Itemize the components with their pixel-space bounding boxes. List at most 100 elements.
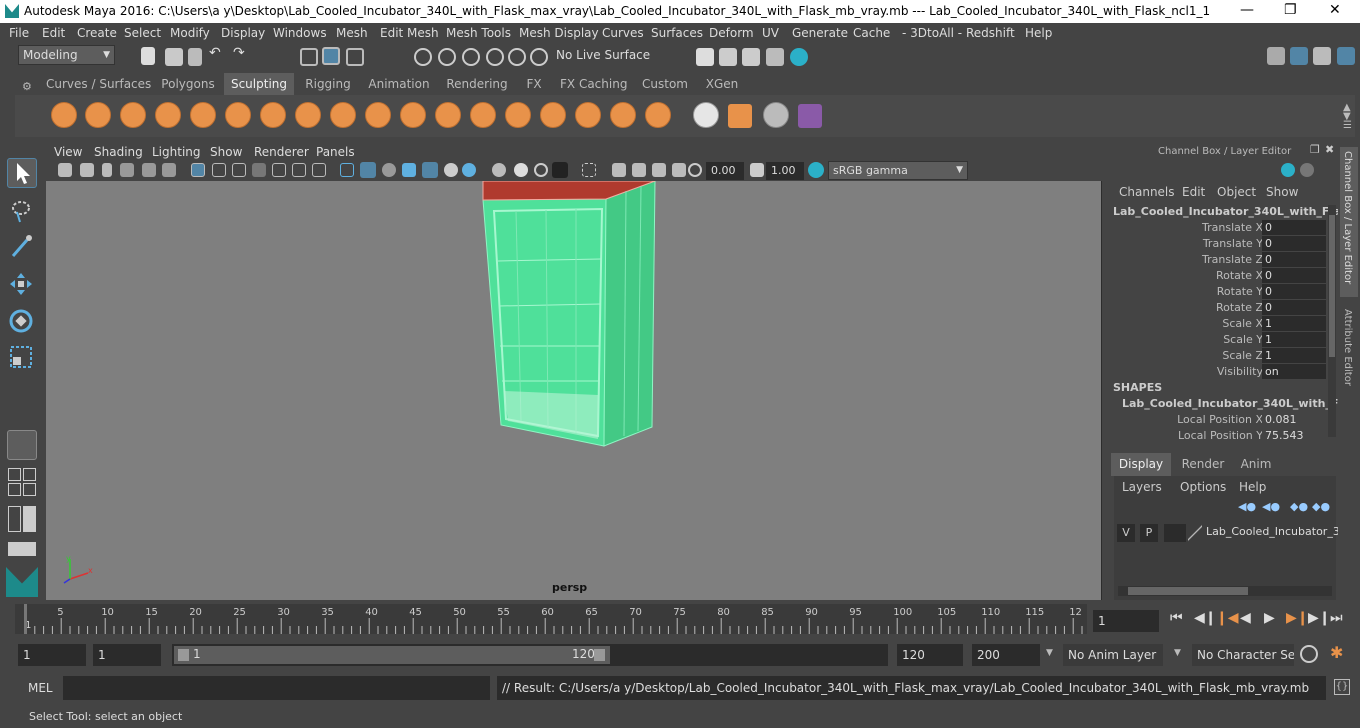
pinch-tool-icon[interactable] <box>190 102 216 128</box>
sculpt-tool-icon[interactable] <box>51 102 77 128</box>
move-layer-down-icon[interactable]: ◀● <box>1262 500 1280 513</box>
flatten-tool-icon[interactable] <box>225 102 251 128</box>
snap-view-icon[interactable] <box>486 48 504 66</box>
cb-menu-edit[interactable]: Edit <box>1182 185 1205 199</box>
attr-local-position-y[interactable]: Local Position Y 75.543 <box>1106 428 1338 444</box>
new-scene-icon[interactable] <box>141 47 155 65</box>
toggle-attribute-editor-icon[interactable] <box>1290 47 1308 65</box>
layer-color-swatch[interactable] <box>1188 524 1202 542</box>
side-tab-channel-box[interactable]: Channel Box / Layer Editor <box>1340 147 1358 297</box>
character-set-field[interactable]: No Character Set <box>1192 644 1294 666</box>
step-forward-key-icon[interactable]: ▶❙ <box>1286 610 1309 626</box>
menu-mesh-display[interactable]: Mesh Display <box>519 26 599 40</box>
attr-value[interactable]: 0 <box>1262 236 1326 251</box>
depth-of-field-icon[interactable] <box>582 163 596 177</box>
menu-edit-mesh[interactable]: Edit Mesh <box>380 26 439 40</box>
save-scene-icon[interactable] <box>188 48 202 66</box>
layer-type-toggle[interactable] <box>1164 524 1186 542</box>
range-slider-bar-fill[interactable] <box>174 646 610 664</box>
vp-menu-shading[interactable]: Shading <box>94 145 143 159</box>
safe-title-icon[interactable] <box>312 163 326 177</box>
menu-file[interactable]: File <box>9 26 29 40</box>
cb-menu-channels[interactable]: Channels <box>1119 185 1175 199</box>
layout-persp-outliner-icon[interactable] <box>8 506 21 532</box>
tab-display[interactable]: Display <box>1111 453 1171 476</box>
attr-value[interactable]: 0 <box>1262 252 1326 267</box>
tab-anim[interactable]: Anim <box>1232 453 1280 476</box>
ipr-render-icon[interactable] <box>742 48 760 66</box>
exposure-field[interactable]: 0.00 <box>706 162 744 180</box>
range-slider[interactable]: 1 120 <box>172 644 888 666</box>
render-settings-icon[interactable] <box>766 48 784 66</box>
resolution-gate-icon[interactable] <box>232 163 246 177</box>
minimize-icon[interactable]: — <box>1240 2 1254 18</box>
cb-menu-show[interactable]: Show <box>1266 185 1298 199</box>
attr-value[interactable]: on <box>1262 364 1326 379</box>
menu-display[interactable]: Display <box>221 26 265 40</box>
move-layer-up-icon[interactable]: ◀● <box>1238 500 1256 513</box>
layout-graph-icon[interactable] <box>23 483 36 496</box>
mesh-display-icon[interactable] <box>798 104 822 128</box>
go-to-start-icon[interactable]: ⏮ <box>1170 610 1183 626</box>
spray-tool-icon[interactable] <box>295 102 321 128</box>
tab-fx[interactable]: FX <box>522 73 546 95</box>
menu-windows[interactable]: Windows <box>273 26 327 40</box>
tab-animation[interactable]: Animation <box>368 73 430 95</box>
color-management-icon[interactable] <box>808 162 824 178</box>
make-live-icon[interactable] <box>530 48 548 66</box>
isolate-select-icon[interactable] <box>492 163 506 177</box>
layer-playback-toggle[interactable]: P <box>1140 524 1158 542</box>
animation-end-field[interactable]: 200 <box>972 644 1040 666</box>
toggle-tool-settings-icon[interactable] <box>1313 47 1331 65</box>
chevron-down-icon[interactable]: ▼ <box>1174 648 1181 658</box>
attr-value[interactable]: 0 <box>1262 268 1326 283</box>
attr-value[interactable]: 1 <box>1262 316 1326 331</box>
default-material-icon[interactable] <box>382 163 396 177</box>
animation-start-field[interactable]: 1 <box>18 644 86 666</box>
shape-name[interactable]: Lab_Cooled_Incubator_340L_with_Fl... <box>1122 397 1355 410</box>
hud-icon[interactable] <box>612 163 626 177</box>
range-handle-end[interactable] <box>594 649 605 661</box>
tab-sculpting[interactable]: Sculpting <box>224 73 294 95</box>
tab-curves-surfaces[interactable]: Curves / Surfaces <box>46 73 151 95</box>
side-tab-attribute-editor[interactable]: Attribute Editor <box>1340 305 1358 395</box>
render-frame-icon[interactable] <box>719 48 737 66</box>
float-panel-icon[interactable]: ❐ <box>1310 143 1320 156</box>
shelf-scroll-icon[interactable]: ▲ ▼ ☰ <box>1343 103 1352 131</box>
layout-quad-icon[interactable] <box>8 468 21 481</box>
vp-menu-panels[interactable]: Panels <box>316 145 355 159</box>
smear-tool-icon[interactable] <box>540 102 566 128</box>
time-slider[interactable]: 5 10 15 20 25 30 35 40 45 50 55 60 65 70 75 80 85 90 95 100… <box>15 604 1087 634</box>
vp-menu-lighting[interactable]: Lighting <box>152 145 201 159</box>
undo-icon[interactable]: ↶ <box>209 45 221 61</box>
layer-visibility-toggle[interactable]: V <box>1117 524 1135 542</box>
channel-box-toggle-icon[interactable] <box>1281 163 1295 177</box>
go-to-end-icon[interactable]: ⏭ <box>1330 610 1343 626</box>
hypershade-icon[interactable] <box>790 48 808 66</box>
tab-custom[interactable]: Custom <box>640 73 690 95</box>
attr-translate-y[interactable]: Translate Y0 <box>1106 236 1338 252</box>
vp-menu-renderer[interactable]: Renderer <box>254 145 309 159</box>
render-view-icon[interactable] <box>696 48 714 66</box>
gate-mask-icon[interactable] <box>252 163 266 177</box>
menu-redshift[interactable]: Redshift <box>966 26 1015 40</box>
incubator-model[interactable] <box>46 181 1102 600</box>
attr-value[interactable]: 1 <box>1262 348 1326 363</box>
shadows-icon[interactable] <box>462 163 476 177</box>
new-layer-selected-icon[interactable]: ◆● <box>1312 500 1330 513</box>
chevron-down-icon[interactable]: ▼ <box>1046 648 1053 658</box>
freeze-tool-icon[interactable] <box>645 102 671 128</box>
menu-deform[interactable]: Deform <box>709 26 754 40</box>
knife-tool-icon[interactable] <box>505 102 531 128</box>
workspace-icon[interactable] <box>1267 47 1285 65</box>
attr-rotate-y[interactable]: Rotate Y0 <box>1106 284 1338 300</box>
relax-tool-icon[interactable] <box>120 102 146 128</box>
menu-uv[interactable]: UV <box>762 26 779 40</box>
imprint-tool-icon[interactable] <box>365 102 391 128</box>
bookmark-icon[interactable] <box>102 163 112 177</box>
tab-rigging[interactable]: Rigging <box>302 73 354 95</box>
gamma-field[interactable]: 1.00 <box>766 162 804 180</box>
layout-toggle-icon[interactable] <box>23 506 36 532</box>
le-menu-options[interactable]: Options <box>1180 480 1226 494</box>
play-forwards-icon[interactable]: ▶ <box>1264 610 1275 626</box>
